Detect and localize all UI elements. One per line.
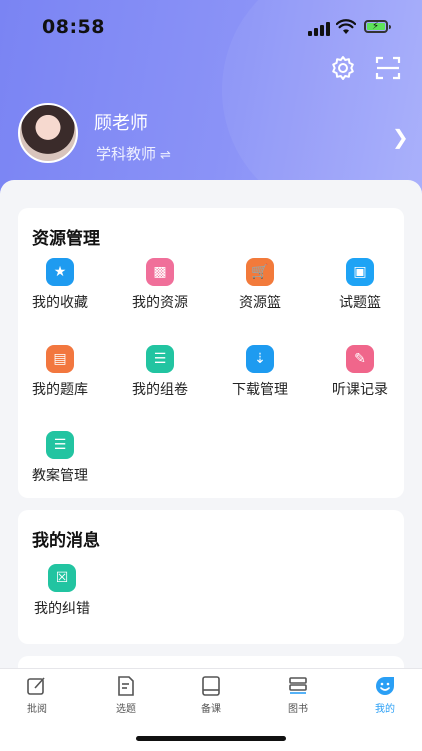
folder-icon: ▩ bbox=[146, 258, 174, 286]
teacher-name: 顾老师 bbox=[94, 113, 148, 134]
correction-icon: ☒ bbox=[48, 564, 76, 592]
question-bank-icon: ▤ bbox=[46, 345, 74, 373]
download-management-item[interactable]: ⇣ 下载管理 bbox=[210, 345, 310, 399]
my-question-bank-item[interactable]: ▤ 我的题库 bbox=[10, 345, 110, 399]
cellular-signal-icon bbox=[308, 22, 330, 36]
resource-basket-item[interactable]: 🛒 资源篮 bbox=[210, 258, 310, 312]
wifi-icon bbox=[336, 19, 356, 34]
my-favorites-item[interactable]: ★ 我的收藏 bbox=[10, 258, 110, 312]
resource-management-card: 资源管理 ★ 我的收藏 ▩ 我的资源 🛒 资源篮 ▣ 试题篮 ▤ 我的题库 ☰ … bbox=[18, 208, 404, 498]
my-messages-card: 我的消息 ☒ 我的纠错 bbox=[18, 510, 404, 644]
download-icon: ⇣ bbox=[246, 345, 274, 373]
battery-icon: ⚡ bbox=[364, 20, 391, 33]
books-icon bbox=[289, 677, 307, 694]
tab-books[interactable]: 图书 bbox=[256, 675, 340, 715]
tab-me[interactable]: 我的 bbox=[343, 675, 422, 715]
lesson-plan-icon: ☰ bbox=[46, 431, 74, 459]
question-basket-item[interactable]: ▣ 试题篮 bbox=[310, 258, 410, 312]
status-time: 08:58 bbox=[42, 16, 105, 38]
me-icon bbox=[376, 677, 394, 695]
lecture-records-item[interactable]: ✎ 听课记录 bbox=[310, 345, 410, 399]
star-icon: ★ bbox=[46, 258, 74, 286]
avatar[interactable] bbox=[18, 103, 78, 163]
my-resources-item[interactable]: ▩ 我的资源 bbox=[110, 258, 210, 312]
select-question-icon bbox=[118, 676, 134, 696]
teacher-role[interactable]: 学科教师 ⇌ bbox=[96, 143, 171, 164]
message-section-title: 我的消息 bbox=[32, 531, 100, 551]
my-papers-item[interactable]: ☰ 我的组卷 bbox=[110, 345, 210, 399]
tab-review[interactable]: 批阅 bbox=[0, 675, 79, 715]
my-corrections-item[interactable]: ☒ 我的纠错 bbox=[12, 564, 112, 618]
review-icon bbox=[27, 677, 45, 695]
basket-icon: ▣ bbox=[346, 258, 374, 286]
profile-header[interactable]: 顾老师 学科教师 ⇌ ❯ bbox=[18, 103, 409, 165]
main-content: 资源管理 ★ 我的收藏 ▩ 我的资源 🛒 资源篮 ▣ 试题篮 ▤ 我的题库 ☰ … bbox=[0, 180, 422, 686]
status-bar: 08:58 ⚡ bbox=[0, 0, 422, 56]
chevron-right-icon[interactable]: ❯ bbox=[392, 125, 409, 149]
tab-prepare-lesson[interactable]: 备课 bbox=[169, 675, 253, 715]
scan-icon[interactable] bbox=[375, 55, 401, 81]
home-indicator bbox=[136, 736, 286, 741]
switch-role-icon[interactable]: ⇌ bbox=[160, 148, 171, 163]
settings-gear-icon[interactable] bbox=[330, 55, 356, 81]
paper-list-icon: ☰ bbox=[146, 345, 174, 373]
prepare-lesson-icon bbox=[202, 676, 220, 696]
cart-icon: 🛒 bbox=[246, 258, 274, 286]
role-label: 学科教师 bbox=[96, 145, 157, 163]
tab-select-question[interactable]: 选题 bbox=[84, 675, 168, 715]
lesson-plan-management-item[interactable]: ☰ 教案管理 bbox=[10, 431, 110, 485]
resource-section-title: 资源管理 bbox=[32, 229, 100, 249]
edit-note-icon: ✎ bbox=[346, 345, 374, 373]
